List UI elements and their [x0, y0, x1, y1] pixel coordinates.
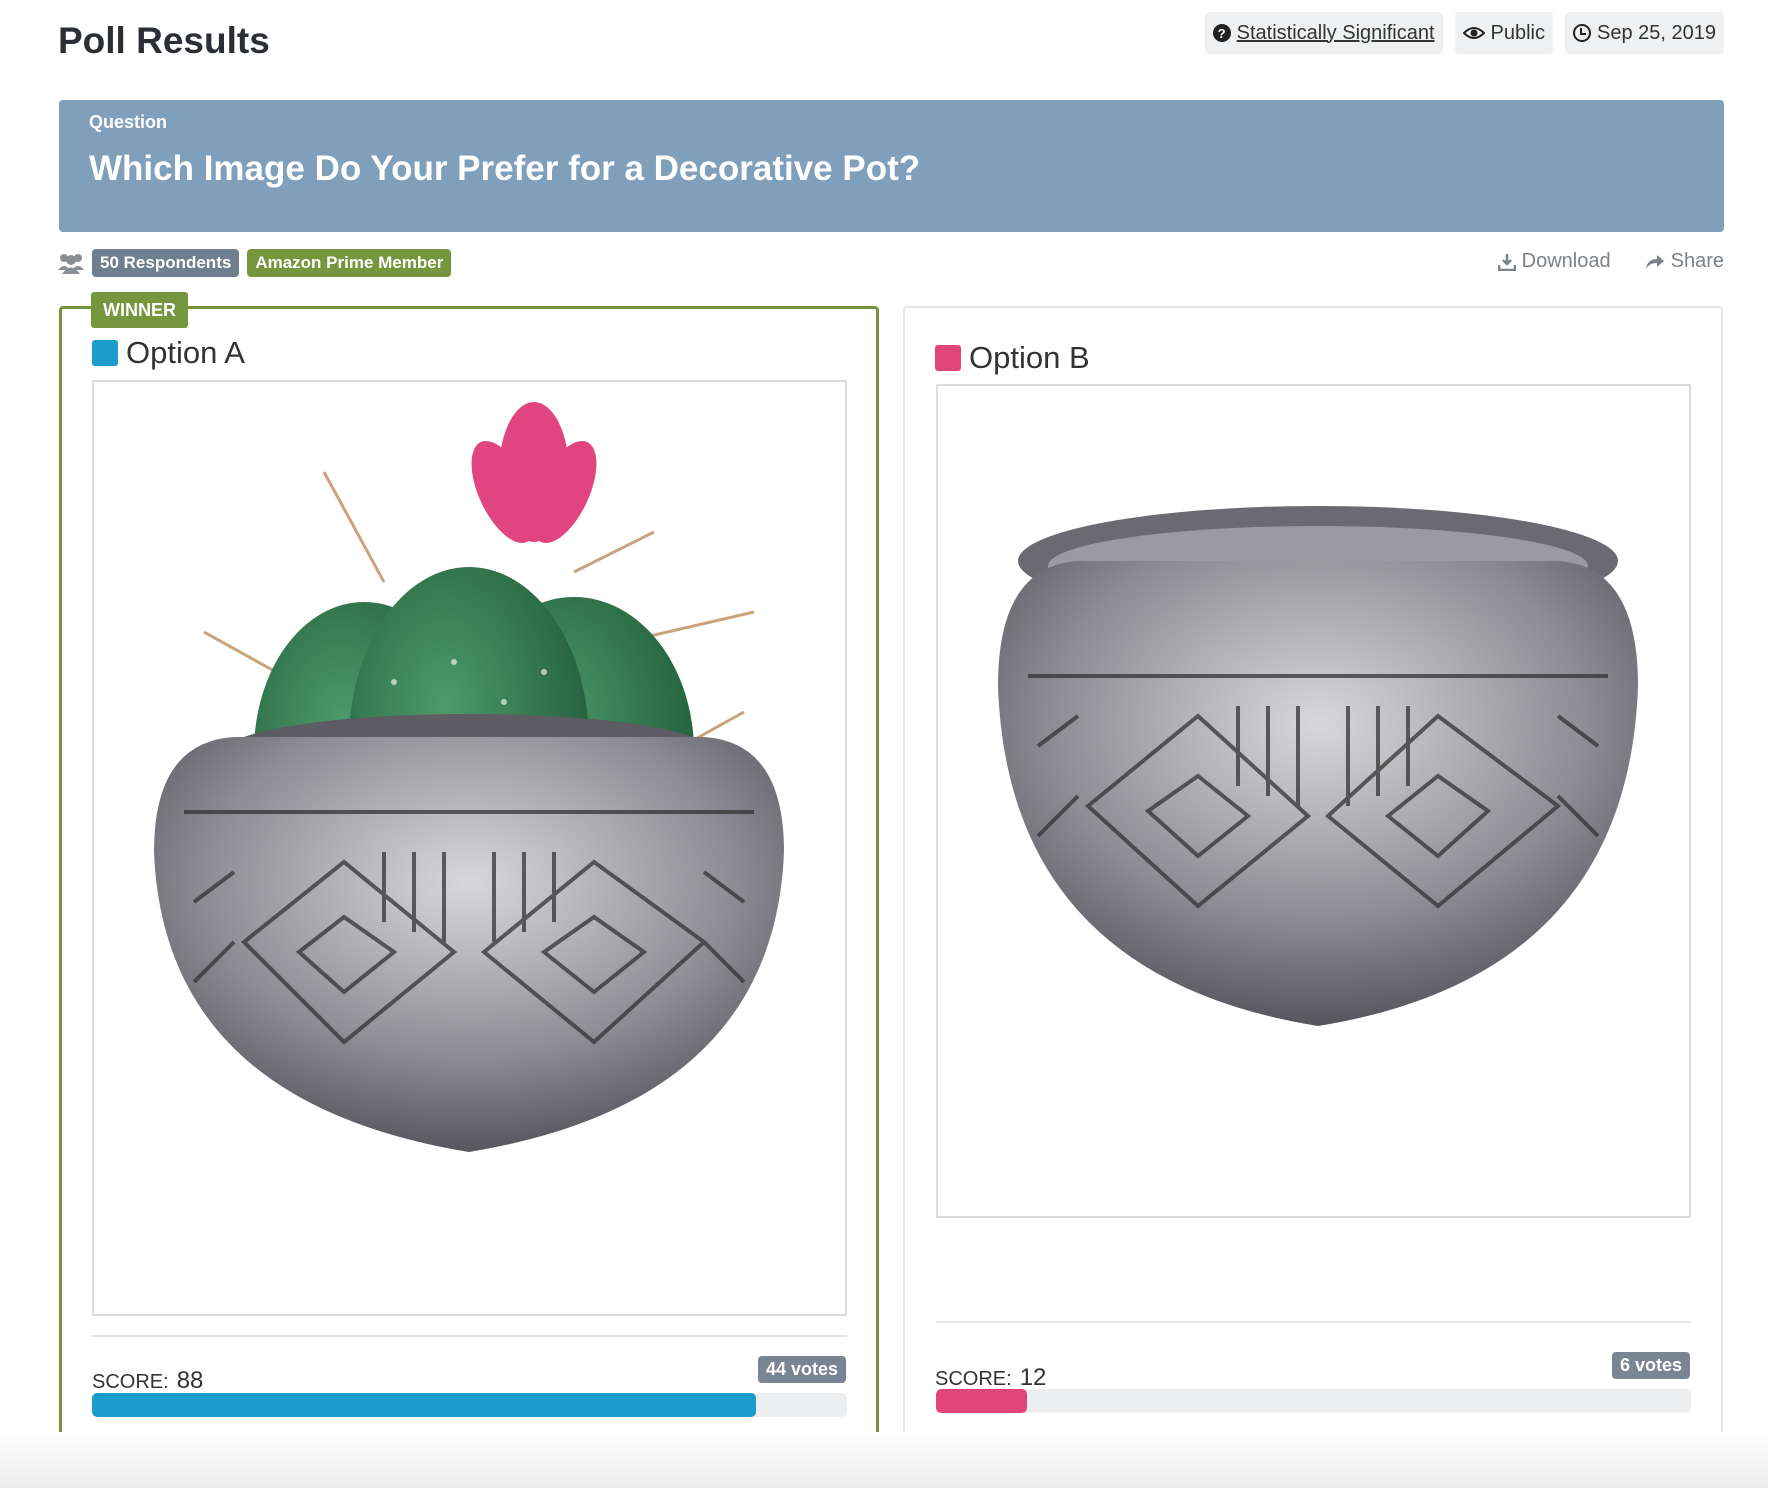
download-icon [1497, 253, 1516, 271]
option-a-label: Option A [126, 335, 245, 370]
option-a-score: SCORE: 88 [92, 1367, 203, 1395]
share-label: Share [1670, 250, 1724, 272]
option-b-score-value: 12 [1019, 1364, 1047, 1391]
share-button[interactable]: Share [1645, 250, 1724, 273]
eye-icon [1462, 27, 1485, 39]
option-b-image[interactable] [936, 384, 1691, 1218]
option-a-score-label: SCORE: [92, 1371, 169, 1393]
option-b-votes-badge: 6 votes [1611, 1352, 1690, 1379]
option-b-score-bar [936, 1389, 1691, 1413]
option-b-swatch [935, 345, 961, 371]
audience-row: 50 Respondents Amazon Prime Member [58, 249, 452, 277]
respondents-badge: 50 Respondents [92, 249, 240, 277]
winner-badge: WINNER [91, 292, 188, 328]
option-b-header: Option B [935, 340, 1090, 376]
option-b-label: Option B [969, 340, 1090, 375]
option-b-score-bar-fill [936, 1389, 1027, 1413]
question-text: Which Image Do Your Prefer for a Decorat… [89, 149, 921, 188]
option-a-swatch [92, 340, 118, 366]
users-icon [58, 254, 84, 274]
page-title: Poll Results [58, 20, 270, 61]
cactus-pot-image [154, 402, 784, 1152]
option-b-score: SCORE: 12 [935, 1364, 1046, 1392]
actions-bar: Download Share [1497, 250, 1724, 273]
option-a-header: Option A [92, 335, 245, 371]
option-a-score-bar-fill [92, 1393, 757, 1417]
option-a-score-value: 88 [176, 1367, 204, 1394]
option-b-card[interactable]: Option B SCORE: 12 6 votes [903, 306, 1723, 1440]
visibility-label: Public [1490, 21, 1545, 44]
share-icon [1645, 254, 1664, 269]
date-pill: Sep 25, 2019 [1565, 12, 1724, 54]
clock-icon [1573, 24, 1591, 42]
bowl-image [998, 506, 1638, 1026]
option-a-divider [92, 1335, 847, 1337]
download-button[interactable]: Download [1497, 250, 1611, 273]
option-a-card[interactable]: WINNER Option A SCORE: 88 44 votes [59, 292, 879, 1440]
significance-label[interactable]: Statistically Significant [1237, 22, 1435, 45]
meta-bar: ? Statistically Significant Public Sep 2… [1204, 12, 1724, 54]
download-label: Download [1521, 250, 1611, 272]
visibility-pill: Public [1454, 12, 1553, 54]
option-b-divider [936, 1321, 1691, 1323]
question-circle-icon: ? [1212, 24, 1231, 42]
option-a-score-bar [92, 1393, 847, 1417]
option-a-votes-badge: 44 votes [757, 1356, 846, 1383]
significance-pill[interactable]: ? Statistically Significant [1204, 12, 1443, 54]
bottom-shade [0, 1432, 1768, 1488]
poll-results-page: Poll Results ? Statistically Significant… [0, 0, 1768, 1488]
date-label: Sep 25, 2019 [1597, 21, 1716, 44]
option-b-score-label: SCORE: [935, 1368, 1012, 1390]
segment-badge: Amazon Prime Member [247, 249, 452, 277]
question-caption: Question [89, 112, 168, 132]
question-banner: Question Which Image Do Your Prefer for … [59, 100, 1724, 232]
option-a-image[interactable] [92, 380, 847, 1316]
